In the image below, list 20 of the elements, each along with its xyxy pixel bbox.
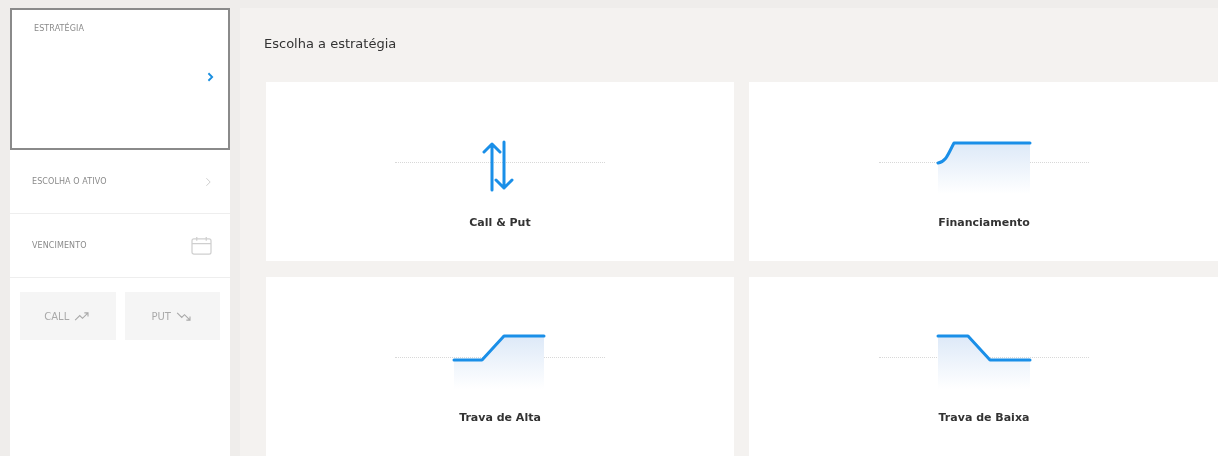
strategy-label: Call & Put (469, 216, 531, 229)
trend-down-icon (176, 310, 193, 322)
strategy-card[interactable]: Trava de Baixa (749, 277, 1218, 456)
sidebar-item[interactable]: VENCIMENTO (10, 214, 230, 278)
strategy-label: Trava de Baixa (938, 411, 1030, 424)
calendar-icon (191, 236, 212, 255)
sidebar-item-label: ESTRATÉGIA (34, 24, 85, 33)
strategy-card[interactable]: Trava de Alta (266, 277, 734, 456)
strategy-card[interactable]: Financiamento (749, 82, 1218, 261)
strategy-label: Trava de Alta (459, 411, 541, 424)
strategy-card[interactable]: Call & Put (266, 82, 734, 261)
trend-up-icon (74, 310, 92, 322)
section-title: Escolha a estratégia (264, 36, 398, 53)
strategy-label: Financiamento (938, 216, 1030, 229)
sidebar-item[interactable]: ESTRATÉGIA (10, 8, 230, 150)
sidebar-item-label: VENCIMENTO (32, 241, 87, 250)
chevron-icon (205, 176, 212, 187)
chevron-icon (207, 72, 214, 82)
sidebar-item-label: ESCOLHA O ATIVO (32, 177, 107, 186)
sidebar-item[interactable]: ESCOLHA O ATIVO (10, 150, 230, 214)
